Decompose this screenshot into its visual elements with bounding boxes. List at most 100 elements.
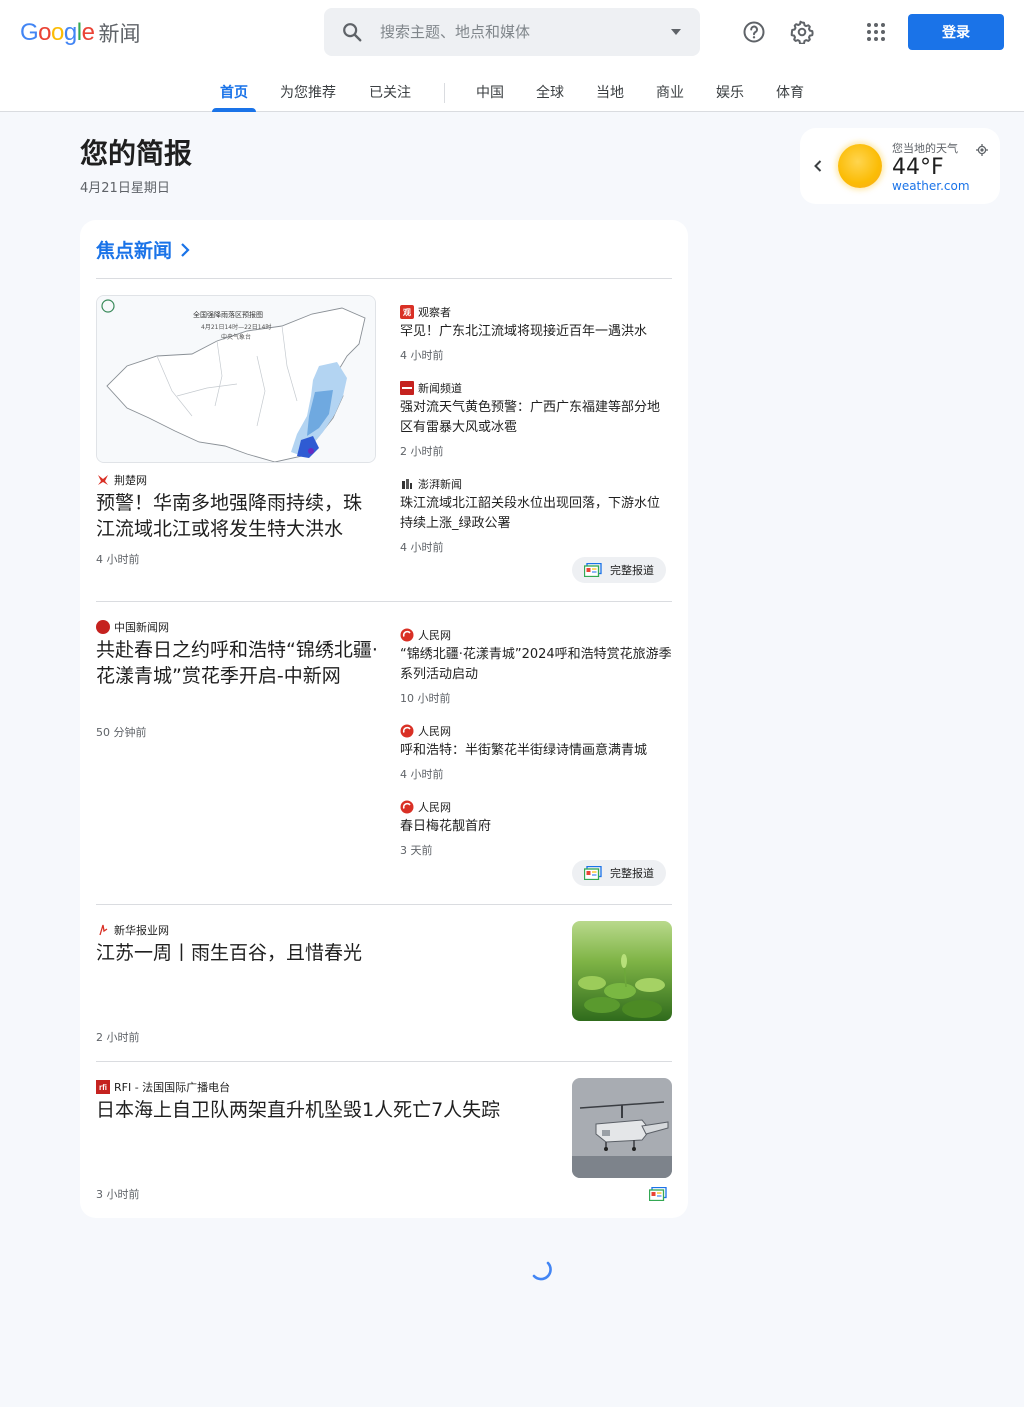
thepaper-logo-icon bbox=[400, 477, 414, 491]
gear-icon[interactable] bbox=[782, 12, 822, 52]
story-headline[interactable]: 春日梅花靓首府 bbox=[400, 817, 672, 837]
section-tabs: 首页 为您推荐 已关注 中国 全球 当地 商业 娱乐 体育 bbox=[0, 72, 1024, 112]
tab-home[interactable]: 首页 bbox=[212, 72, 256, 112]
google-wordmark: Google bbox=[20, 19, 95, 46]
story-headline[interactable]: 珠江流域北江韶关段水位出现回落，下游水位持续上涨_绿政公署 bbox=[400, 494, 672, 534]
tab-entertainment[interactable]: 娱乐 bbox=[708, 72, 752, 112]
story-source[interactable]: 新华报业网 bbox=[96, 922, 169, 938]
top-stories-card: 焦点新闻 全国强降雨落区预报图 4月21日14时—22日14时 中央气象台 荆楚… bbox=[80, 220, 688, 1218]
tab-china[interactable]: 中国 bbox=[468, 72, 512, 112]
story-time: 4 小时前 bbox=[96, 553, 140, 566]
source-name: 人民网 bbox=[418, 629, 451, 642]
weather-source-link[interactable]: weather.com bbox=[892, 179, 970, 193]
divider bbox=[96, 904, 672, 905]
story-image-tea-sprouts[interactable] bbox=[572, 921, 672, 1021]
sun-icon bbox=[838, 144, 882, 188]
story-time: 4 小时前 bbox=[400, 768, 444, 781]
story-source[interactable]: 新闻频道 bbox=[400, 380, 462, 396]
google-news-logo[interactable]: Google 新闻 bbox=[20, 18, 140, 48]
help-icon[interactable] bbox=[734, 12, 774, 52]
source-name: RFI - 法国国际广播电台 bbox=[114, 1081, 231, 1094]
weather-label: 您当地的天气 bbox=[892, 142, 958, 155]
story-source[interactable]: 人民网 bbox=[400, 799, 451, 815]
source-name: 澎湃新闻 bbox=[418, 478, 462, 491]
story-source[interactable]: rfi RFI - 法国国际广播电台 bbox=[96, 1079, 230, 1095]
story-time: 4 小时前 bbox=[400, 541, 444, 554]
peoples-daily-logo-icon bbox=[400, 724, 414, 738]
story-source[interactable]: 中国新闻网 bbox=[96, 619, 169, 635]
location-icon[interactable] bbox=[976, 141, 988, 156]
map-agency: 中央气象台 bbox=[221, 334, 252, 341]
search-input[interactable] bbox=[380, 23, 652, 41]
chevron-right-icon bbox=[181, 242, 190, 257]
full-coverage-label: 完整报道 bbox=[610, 867, 654, 880]
top-bar: Google 新闻 登录 首页 为您推荐 已关注 中国 全球 当地 商业 娱乐 … bbox=[0, 0, 1024, 112]
xinhua-daily-logo-icon bbox=[96, 923, 110, 937]
chinanews-logo-icon bbox=[96, 620, 110, 634]
source-name: 荆楚网 bbox=[114, 474, 147, 487]
guancha-logo-icon: 观 bbox=[400, 305, 414, 319]
story-time: 2 小时前 bbox=[400, 445, 444, 458]
source-name: 人民网 bbox=[418, 801, 451, 814]
search-box[interactable] bbox=[324, 8, 700, 56]
news-channel-logo-icon bbox=[400, 381, 414, 395]
apps-grid-icon[interactable] bbox=[856, 12, 896, 52]
tab-business[interactable]: 商业 bbox=[648, 72, 692, 112]
news-wordmark: 新闻 bbox=[98, 22, 141, 46]
tab-for-you[interactable]: 为您推荐 bbox=[272, 72, 344, 112]
tab-sports[interactable]: 体育 bbox=[768, 72, 812, 112]
story-time: 4 小时前 bbox=[400, 349, 444, 362]
search-icon[interactable] bbox=[324, 8, 380, 56]
top-stories-title: 焦点新闻 bbox=[96, 240, 173, 262]
full-coverage-icon bbox=[584, 563, 602, 577]
story-image-flood-map[interactable]: 全国强降雨落区预报图 4月21日14时—22日14时 中央气象台 bbox=[96, 295, 376, 463]
tab-following[interactable]: 已关注 bbox=[360, 72, 420, 112]
source-name: 观察者 bbox=[418, 306, 451, 319]
full-coverage-label: 完整报道 bbox=[610, 564, 654, 577]
tab-local[interactable]: 当地 bbox=[588, 72, 632, 112]
story-time: 3 天前 bbox=[400, 844, 433, 857]
divider bbox=[96, 601, 672, 602]
full-coverage-icon[interactable] bbox=[648, 1186, 667, 1205]
story-headline[interactable]: 呼和浩特：半街繁花半街绿诗情画意满青城 bbox=[400, 741, 672, 761]
story-headline[interactable]: “锦绣北疆·花漾青城”2024呼和浩特赏花旅游季系列活动启动 bbox=[400, 645, 672, 685]
weather-widget[interactable]: 您当地的天气 44°F weather.com bbox=[800, 128, 1000, 204]
story-source[interactable]: 人民网 bbox=[400, 723, 451, 739]
rfi-logo-icon: rfi bbox=[96, 1080, 110, 1094]
loading-spinner-icon bbox=[528, 1256, 554, 1282]
divider bbox=[96, 278, 672, 279]
story-source[interactable]: 澎湃新闻 bbox=[400, 476, 462, 492]
story-time: 3 小时前 bbox=[96, 1188, 140, 1201]
weather-temperature: 44°F bbox=[892, 155, 944, 180]
source-name: 新闻频道 bbox=[418, 382, 462, 395]
peoples-daily-logo-icon bbox=[400, 800, 414, 814]
story-image-helicopter[interactable] bbox=[572, 1078, 672, 1178]
map-caption: 全国强降雨落区预报图 bbox=[193, 311, 263, 319]
tab-divider bbox=[444, 83, 445, 103]
story-source[interactable]: 人民网 bbox=[400, 627, 451, 643]
caret-down-icon[interactable] bbox=[652, 8, 700, 56]
story-headline[interactable]: 日本海上自卫队两架直升机坠毁1人死亡7人失踪 bbox=[96, 1097, 536, 1123]
top-stories-heading[interactable]: 焦点新闻 bbox=[96, 236, 190, 263]
page-title: 您的简报 bbox=[80, 137, 193, 170]
full-coverage-button[interactable]: 完整报道 bbox=[572, 860, 666, 886]
story-source[interactable]: 观 观察者 bbox=[400, 304, 451, 320]
briefing-date: 4月21日星期日 bbox=[80, 181, 170, 196]
tab-world[interactable]: 全球 bbox=[528, 72, 572, 112]
map-date-range: 4月21日14时—22日14时 bbox=[201, 324, 272, 331]
story-source[interactable]: 荆楚网 bbox=[96, 472, 147, 488]
story-time: 50 分钟前 bbox=[96, 726, 147, 739]
chevron-left-icon[interactable] bbox=[810, 156, 826, 176]
source-name: 人民网 bbox=[418, 725, 451, 738]
peoples-daily-logo-icon bbox=[400, 628, 414, 642]
full-coverage-icon bbox=[584, 866, 602, 880]
story-headline[interactable]: 强对流天气黄色预警：广西广东福建等部分地区有雷暴大风或冰雹 bbox=[400, 398, 672, 438]
story-time: 2 小时前 bbox=[96, 1031, 140, 1044]
story-headline[interactable]: 江苏一周丨雨生百谷，且惜春光 bbox=[96, 940, 536, 966]
story-headline[interactable]: 预警！华南多地强降雨持续，珠江流域北江或将发生特大洪水 bbox=[96, 490, 380, 542]
login-button[interactable]: 登录 bbox=[908, 14, 1004, 50]
full-coverage-button[interactable]: 完整报道 bbox=[572, 557, 666, 583]
story-headline[interactable]: 共赴春日之约呼和浩特“锦绣北疆·花漾青城”赏花季开启-中新网 bbox=[96, 637, 380, 689]
story-headline[interactable]: 罕见！广东北江流域将现接近百年一遇洪水 bbox=[400, 322, 672, 342]
story-time: 10 小时前 bbox=[400, 692, 451, 705]
